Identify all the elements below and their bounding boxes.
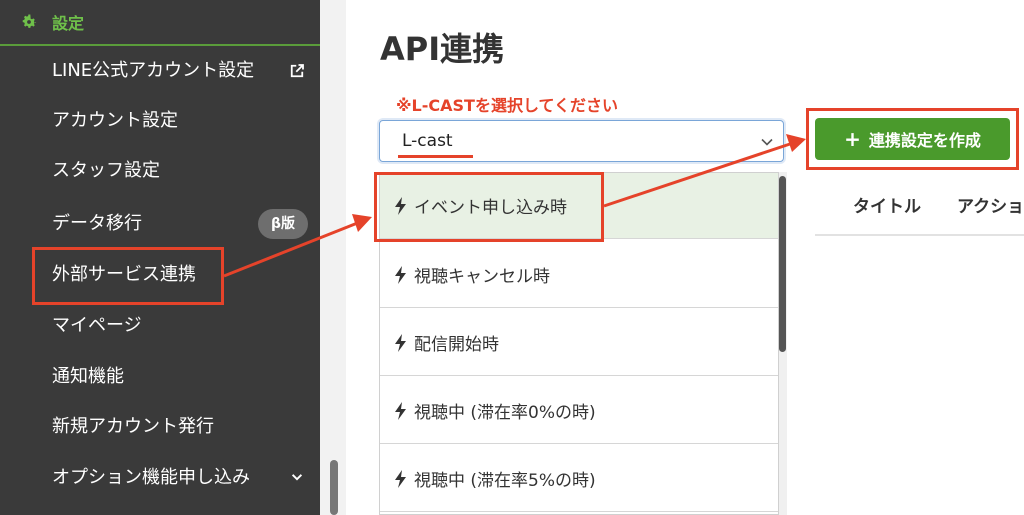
annotation-underline (398, 155, 473, 158)
lightning-bolt-icon (395, 469, 406, 488)
sidebar-item-option-application[interactable]: オプション機能申し込み (52, 463, 250, 493)
dropdown-item-label: 視聴中 (滞在率0%の時) (414, 403, 596, 423)
highlight-box-create-button (806, 108, 1019, 170)
sidebar-scroll-gutter (320, 0, 346, 515)
sidebar-item-account-settings[interactable]: アカウント設定 (52, 106, 178, 136)
lightning-bolt-icon (395, 265, 406, 284)
lightning-bolt-icon (395, 401, 406, 420)
sidebar-item-notifications[interactable]: 通知機能 (52, 362, 124, 392)
sidebar-item-staff-settings[interactable]: スタッフ設定 (52, 156, 160, 186)
dropdown-item[interactable]: 視聴キャンセル時 (380, 242, 778, 308)
beta-badge: β版 (258, 209, 308, 239)
table-header-action: アクショ (957, 197, 1024, 217)
dropdown-item-label: 視聴キャンセル時 (414, 267, 550, 287)
sidebar-item-data-migration[interactable]: データ移行 (52, 209, 142, 239)
arrow-head-1 (352, 214, 372, 232)
dropdown-item-label: 配信開始時 (414, 335, 499, 355)
sidebar-item-mypage[interactable]: マイページ (52, 311, 142, 341)
sidebar-scrollbar[interactable] (330, 460, 338, 515)
lightning-bolt-icon (395, 333, 406, 352)
chevron-down-icon (761, 138, 773, 146)
gear-icon (22, 14, 37, 28)
sidebar-item-line-account[interactable]: LINE公式アカウント設定 (52, 56, 254, 86)
sidebar-section-settings[interactable]: 設定 (0, 0, 320, 46)
chevron-down-icon[interactable] (290, 470, 304, 484)
service-select[interactable]: L-cast (379, 120, 784, 162)
table-divider (815, 234, 1024, 236)
sidebar-header-label: 設定 (52, 14, 85, 33)
highlight-box-dropdown (374, 172, 604, 242)
highlight-box-sidebar (32, 247, 224, 305)
dropdown-item-label: 視聴中 (滞在率5%の時) (414, 471, 596, 491)
annotation-note: ※L-CASTを選択してください (396, 96, 618, 115)
dropdown-item[interactable]: 配信開始時 (380, 310, 778, 376)
table-header-title: タイトル (853, 197, 921, 217)
page-title: API連携 (380, 30, 505, 68)
dropdown-scrollbar[interactable] (779, 176, 786, 352)
external-link-icon[interactable] (288, 62, 306, 80)
dropdown-item[interactable]: 視聴中 (滞在率5%の時) (380, 446, 778, 512)
sidebar-item-new-account[interactable]: 新規アカウント発行 (52, 412, 214, 442)
dropdown-item[interactable]: 視聴中 (滞在率0%の時) (380, 378, 778, 444)
arrow-head-2 (786, 134, 806, 152)
select-value: L-cast (402, 131, 453, 151)
